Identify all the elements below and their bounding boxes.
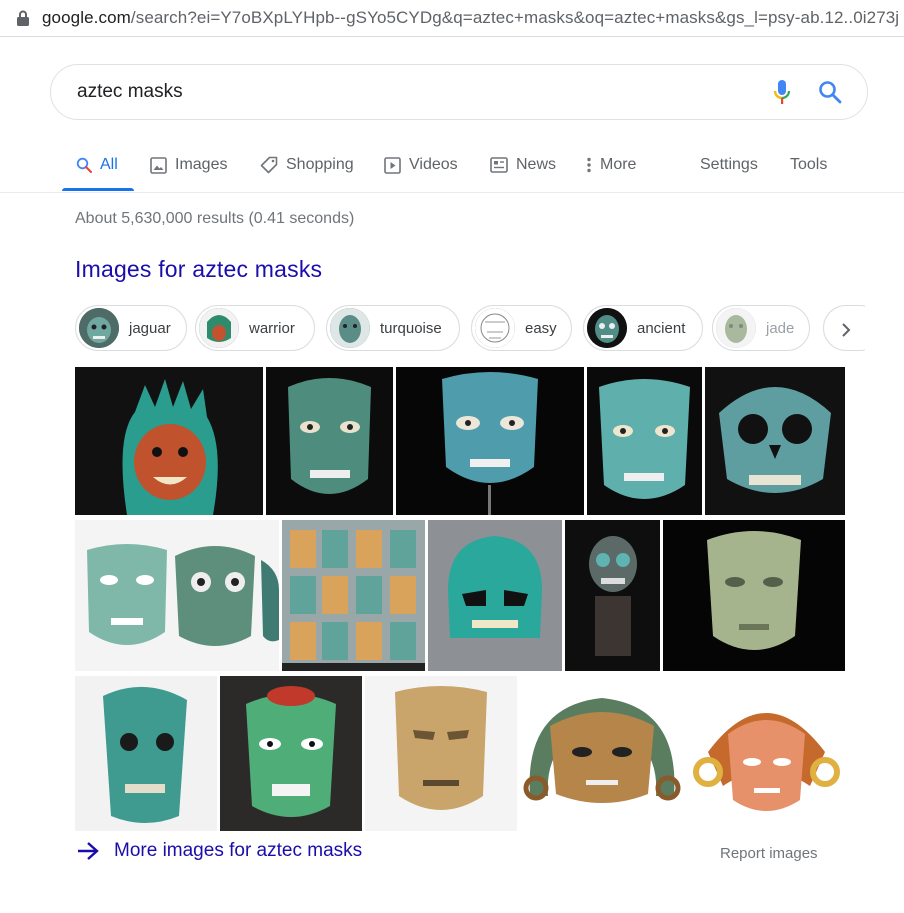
tab-news-label: News [516,156,557,173]
search-icon [819,81,842,104]
image-result[interactable] [688,676,845,831]
chip-label: ancient [637,319,686,337]
tab-images-label: Images [175,156,228,173]
tab-all-label: All [100,156,118,173]
url-path: /search?ei=Y7oBXpLYHpb--gSYo5CYDg&q=azte… [130,8,900,27]
image-result[interactable] [365,676,517,831]
tab-shopping-label: Shopping [286,156,354,173]
news-icon [490,157,508,173]
jade-mask-image [663,520,845,671]
chip-jaguar[interactable]: jaguar [75,305,187,351]
image-result[interactable] [282,520,425,671]
green-mosaic-mask-image [220,676,362,831]
image-result[interactable] [75,676,217,831]
stone-mask-image [365,676,517,831]
chips-next-button[interactable] [828,312,864,348]
tab-settings-label: Settings [700,156,758,173]
chip-label: easy [525,319,557,337]
result-stats: About 5,630,000 results (0.41 seconds) [75,210,355,227]
tab-more[interactable]: More [586,140,636,190]
chevron-right-icon [842,323,851,337]
image-result[interactable] [705,367,845,515]
play-icon [384,156,401,174]
chip-turquoise[interactable]: turquoise [326,305,460,351]
image-result[interactable] [565,520,660,671]
chip-thumbnail [587,308,627,348]
search-icon [76,157,92,173]
voice-search-button[interactable] [767,77,797,107]
chip-thumbnail [716,308,756,348]
image-result[interactable] [75,367,263,515]
url-host: google.com [42,8,131,27]
warrior-mask-image [75,367,263,515]
tab-all[interactable]: All [76,140,118,190]
microphone-icon [773,80,791,104]
search-box [50,64,868,120]
images-heading[interactable]: Images for aztec masks [75,256,322,283]
image-result[interactable] [520,676,685,831]
chip-label: warrior [249,319,295,337]
more-vertical-icon [587,157,591,173]
image-result[interactable] [396,367,584,515]
skull-mask-image [705,367,845,515]
tab-settings[interactable]: Settings [700,140,758,190]
image-result[interactable] [663,520,845,671]
tab-videos[interactable]: Videos [384,140,458,190]
image-result[interactable] [428,520,562,671]
two-masks-image [75,520,279,671]
tab-tools[interactable]: Tools [790,140,827,190]
refinement-chips: jaguar warrior turquoise easy ancient ja… [75,305,865,353]
chip-jade[interactable]: jade [712,305,810,351]
chip-easy[interactable]: easy [471,305,572,351]
tab-images[interactable]: Images [150,140,227,190]
tag-icon [260,156,278,174]
search-button[interactable] [815,77,845,107]
chip-thumbnail [79,308,119,348]
report-images-link[interactable]: Report images [720,845,818,862]
cyan-mask-image [587,367,702,515]
chip-thumbnail [199,308,239,348]
chip-label: jaguar [129,319,171,337]
blue-mosaic-mask-image [396,367,584,515]
active-tab-indicator [62,188,134,191]
search-tabs: All Images Shopping Videos News More Set… [0,140,904,193]
painted-mask-image [520,676,685,831]
image-icon [150,156,167,174]
helmet-mask-image [428,520,562,671]
tab-tools-label: Tools [790,156,828,173]
url-text: google.com/search?ei=Y7oBXpLYHpb--gSYo5C… [42,8,899,28]
chip-ancient[interactable]: ancient [583,305,703,351]
image-result[interactable] [75,520,279,671]
lock-icon [17,10,29,26]
chip-warrior[interactable]: warrior [195,305,315,351]
chip-label: jade [766,319,795,337]
image-result[interactable] [587,367,702,515]
skull-sculpture-image [565,520,660,671]
address-bar[interactable]: google.com/search?ei=Y7oBXpLYHpb--gSYo5C… [0,0,904,37]
more-images-link[interactable]: More images for aztec masks [76,840,362,862]
orange-painted-mask-image [688,676,845,831]
image-result[interactable] [220,676,362,831]
turquoise-mask-image [266,367,393,515]
tab-shopping[interactable]: Shopping [260,140,354,190]
chip-label: turquoise [380,319,442,337]
chip-thumbnail [330,308,370,348]
chip-thumbnail [475,308,515,348]
tab-news[interactable]: News [490,140,556,190]
arrow-right-icon [78,842,99,860]
tab-more-label: More [600,156,637,173]
aztec-figures-illustration-image [282,520,425,671]
tab-videos-label: Videos [409,156,458,173]
image-result[interactable] [266,367,393,515]
mosaic-skull-image [75,676,217,831]
search-input[interactable] [75,80,767,104]
more-images-label: More images for aztec masks [114,840,363,861]
